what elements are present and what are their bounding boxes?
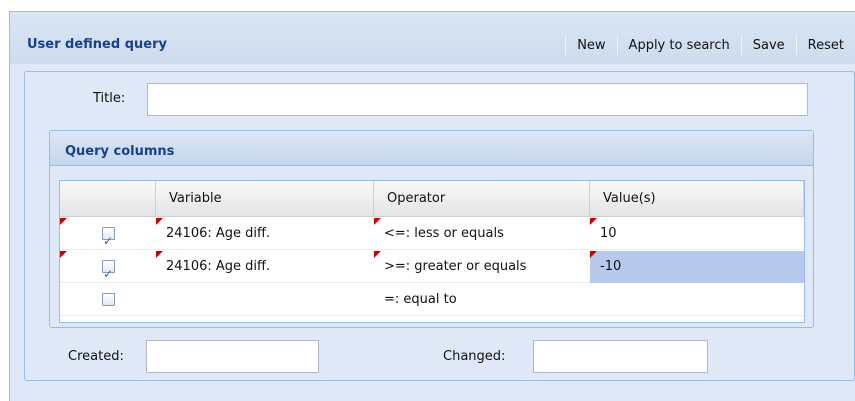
grid-header: Variable Operator Value(s) bbox=[60, 181, 804, 217]
reset-button[interactable]: Reset bbox=[797, 38, 855, 53]
apply-to-search-button[interactable]: Apply to search bbox=[618, 38, 741, 53]
changed-label: Changed: bbox=[443, 349, 506, 364]
created-label: Created: bbox=[68, 349, 124, 364]
save-button[interactable]: Save bbox=[742, 38, 796, 53]
variable-cell[interactable] bbox=[156, 284, 374, 316]
variable-cell[interactable]: 24106: Age diff. bbox=[156, 251, 374, 283]
column-header-values[interactable]: Value(s) bbox=[590, 181, 804, 217]
title-label: Title: bbox=[93, 91, 126, 106]
panel-header: User defined query New Apply to search S… bbox=[10, 12, 855, 64]
row-checkbox[interactable] bbox=[102, 293, 115, 306]
operator-cell[interactable]: >=: greater or equals bbox=[374, 251, 590, 283]
value-cell[interactable]: -10 bbox=[590, 251, 804, 283]
table-row[interactable]: 24106: Age diff. >=: greater or equals -… bbox=[60, 251, 804, 290]
title-input[interactable] bbox=[147, 83, 808, 116]
table-row[interactable]: =: equal to bbox=[60, 284, 804, 316]
select-cell[interactable] bbox=[60, 251, 156, 290]
variable-cell[interactable]: 24106: Age diff. bbox=[156, 218, 374, 250]
select-cell[interactable] bbox=[60, 284, 156, 316]
operator-cell[interactable]: =: equal to bbox=[374, 284, 590, 316]
created-field[interactable] bbox=[146, 340, 319, 373]
column-header-variable[interactable]: Variable bbox=[156, 181, 374, 217]
column-header-operator[interactable]: Operator bbox=[374, 181, 590, 217]
query-columns-grid: Variable Operator Value(s) 24106: Age di… bbox=[59, 180, 805, 323]
value-cell[interactable]: 10 bbox=[590, 218, 804, 250]
toolbar: New Apply to search Save Reset bbox=[565, 34, 855, 56]
row-checkbox[interactable] bbox=[102, 258, 115, 290]
new-button[interactable]: New bbox=[566, 38, 616, 53]
row-checkbox[interactable] bbox=[102, 225, 115, 257]
value-cell[interactable] bbox=[590, 284, 804, 316]
changed-field[interactable] bbox=[533, 340, 708, 373]
operator-cell[interactable]: <=: less or equals bbox=[374, 218, 590, 250]
query-columns-header[interactable]: Query columns bbox=[50, 131, 813, 166]
panel-title: User defined query bbox=[27, 37, 167, 52]
select-cell[interactable] bbox=[60, 218, 156, 257]
query-columns-title: Query columns bbox=[65, 144, 175, 159]
table-row[interactable]: 24106: Age diff. <=: less or equals 10 bbox=[60, 218, 804, 257]
column-header-select[interactable] bbox=[60, 181, 156, 217]
